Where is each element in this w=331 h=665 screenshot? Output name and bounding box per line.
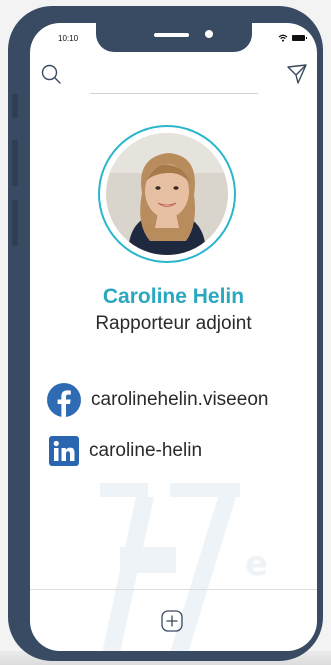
profile-role: Rapporteur adjoint bbox=[95, 313, 252, 334]
wifi-icon bbox=[278, 34, 288, 42]
speaker bbox=[154, 33, 189, 37]
watermark-letter: e bbox=[245, 544, 268, 584]
page: 10:10 e Caroline Helin Rapporteur adjoin… bbox=[0, 0, 331, 665]
search-icon[interactable] bbox=[40, 63, 62, 85]
avatar[interactable] bbox=[106, 133, 228, 255]
notch bbox=[96, 23, 252, 52]
facebook-icon bbox=[47, 383, 81, 417]
avatar-ring bbox=[98, 125, 236, 263]
volume-up-button bbox=[12, 140, 18, 186]
send-icon[interactable] bbox=[286, 63, 308, 85]
camera bbox=[205, 30, 213, 38]
header-divider bbox=[90, 93, 258, 94]
status-time: 10:10 bbox=[58, 34, 79, 43]
profile-photo bbox=[106, 133, 228, 255]
footer-divider bbox=[30, 589, 317, 590]
status-icons bbox=[278, 33, 307, 43]
phone-frame: 10:10 e Caroline Helin Rapporteur adjoin… bbox=[8, 6, 323, 661]
volume-down-button bbox=[12, 200, 18, 246]
facebook-link[interactable]: carolinehelin.viseeon bbox=[47, 383, 268, 417]
battery-icon bbox=[292, 35, 307, 41]
linkedin-link[interactable]: caroline-helin bbox=[49, 436, 202, 466]
mute-switch bbox=[12, 94, 18, 118]
add-icon[interactable] bbox=[161, 610, 183, 632]
linkedin-handle: caroline-helin bbox=[89, 440, 203, 461]
linkedin-icon bbox=[49, 436, 79, 466]
screen: 10:10 e Caroline Helin Rapporteur adjoin… bbox=[30, 23, 317, 651]
facebook-handle: carolinehelin.viseeon bbox=[91, 389, 269, 410]
profile-name: Caroline Helin bbox=[102, 285, 245, 308]
